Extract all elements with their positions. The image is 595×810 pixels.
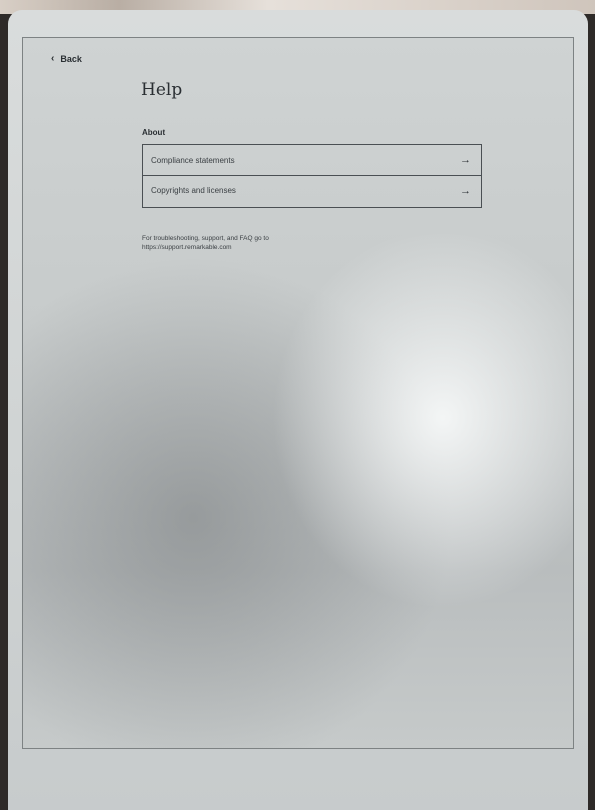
arrow-right-icon: →: [460, 184, 471, 197]
tablet-device: ‹ Back Help About Compliance statements …: [8, 10, 588, 810]
support-description: For troubleshooting, support, and FAQ go…: [142, 235, 269, 242]
chevron-left-icon: ‹: [51, 53, 55, 64]
about-list: Compliance statements → Copyrights and l…: [142, 144, 482, 208]
support-text: For troubleshooting, support, and FAQ go…: [142, 234, 269, 252]
list-item-compliance-statements[interactable]: Compliance statements →: [143, 145, 481, 175]
list-item-copyrights-and-licenses[interactable]: Copyrights and licenses →: [143, 175, 481, 205]
support-link[interactable]: https://support.remarkable.com: [142, 244, 232, 251]
back-label: Back: [60, 54, 82, 64]
list-item-label: Copyrights and licenses: [151, 186, 236, 195]
section-heading-about: About: [142, 128, 166, 137]
list-item-label: Compliance statements: [151, 155, 235, 165]
arrow-right-icon: →: [460, 154, 471, 166]
page-title: Help: [141, 80, 183, 100]
help-screen: ‹ Back Help About Compliance statements …: [22, 37, 574, 749]
back-button[interactable]: ‹ Back: [51, 53, 82, 65]
